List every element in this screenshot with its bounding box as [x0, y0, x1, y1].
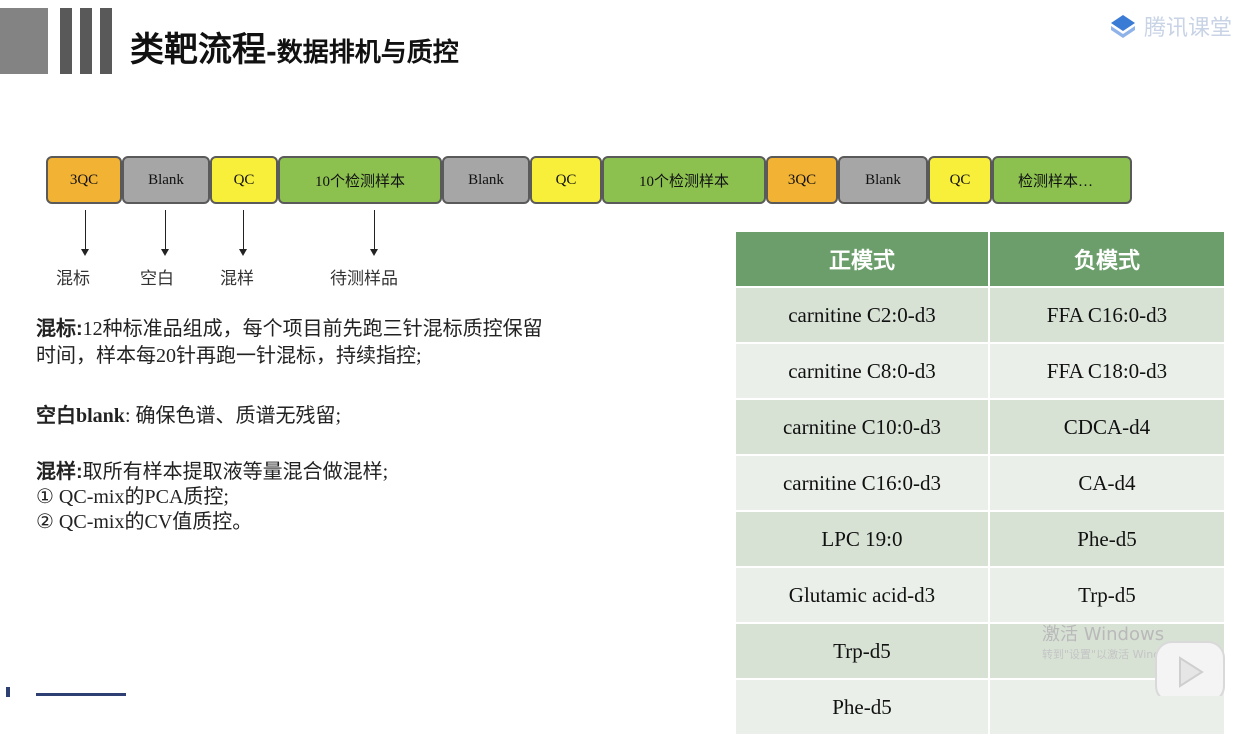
table-row: Glutamic acid-d3 Trp-d5 [736, 566, 1227, 623]
down-arrow-icon [161, 210, 169, 256]
note-blank: 空白blank: 确保色谱、质谱无残留; [36, 403, 341, 430]
note-text: : 确保色谱、质谱无残留; [124, 405, 342, 427]
table-cell: FFA C18:0-d3 [988, 342, 1227, 399]
note-item: ② QC-mix的CV值质控。 [36, 511, 253, 533]
arrow-label-pooled-qc: 混样 [220, 269, 254, 288]
arrow-label-mix-standard: 混标 [56, 269, 90, 288]
footer-logo-fragment [6, 682, 126, 697]
down-arrow-icon [81, 210, 89, 256]
logo-icon [1111, 15, 1135, 38]
note-label: 混样: [36, 461, 83, 483]
note-text: 12种标准品组成，每个项目前先跑三针混标质控保留 [82, 318, 543, 340]
arrow-label-samples: 待测样品 [330, 269, 398, 288]
table-cell: carnitine C16:0-d3 [736, 454, 990, 511]
tencent-classroom-logo: 腾讯课堂 [1108, 10, 1232, 42]
table-row: carnitine C8:0-d3 FFA C18:0-d3 [736, 342, 1227, 399]
page-title-sub: -数据排机与质控 [266, 38, 459, 68]
table-cell: CDCA-d4 [988, 398, 1227, 455]
note-text: 时间，样本每20针再跑一针混标，持续指控; [36, 345, 422, 367]
flow-box: 10个检测样本 [602, 156, 766, 204]
table-cell: carnitine C8:0-d3 [736, 342, 990, 399]
note-mix-standard: 混标:12种标准品组成，每个项目前先跑三针混标质控保留 时间，样本每20针再跑一… [36, 316, 543, 370]
note-label: 空白 [36, 405, 76, 427]
table-row: LPC 19:0 Phe-d5 [736, 510, 1227, 567]
table-cell: carnitine C10:0-d3 [736, 398, 990, 455]
note-item: ① QC-mix的PCA质控; [36, 486, 229, 508]
logo-text: 腾讯课堂 [1144, 16, 1233, 41]
play-button-icon[interactable] [1150, 636, 1230, 696]
note-label-en: blank [76, 405, 125, 427]
flow-box: Blank [442, 156, 530, 204]
table-cell: Phe-d5 [988, 510, 1227, 567]
column-header-positive-mode: 正模式 [736, 232, 990, 287]
column-header-negative-mode: 负模式 [988, 232, 1227, 287]
flow-box: QC [928, 156, 992, 204]
down-arrow-icon [239, 210, 247, 256]
table-row: carnitine C10:0-d3 CDCA-d4 [736, 398, 1227, 455]
page-title: 类靶流程-数据排机与质控 [130, 22, 459, 71]
down-arrow-icon [370, 210, 378, 256]
table-cell: Phe-d5 [736, 678, 990, 734]
table-cell: LPC 19:0 [736, 510, 990, 567]
flow-box: 3QC [766, 156, 838, 204]
flow-box: QC [210, 156, 278, 204]
flow-box: 10个检测样本 [278, 156, 442, 204]
title-decoration [0, 8, 120, 74]
flow-box: 检测样本… [992, 156, 1132, 204]
table-cell: CA-d4 [988, 454, 1227, 511]
flow-box: 3QC [46, 156, 122, 204]
table-cell: FFA C16:0-d3 [988, 286, 1227, 343]
table-cell: Glutamic acid-d3 [736, 566, 990, 623]
note-text: 取所有样本提取液等量混合做混样; [82, 461, 389, 483]
table-header-row: 正模式 负模式 [736, 232, 1227, 287]
table-row: carnitine C2:0-d3 FFA C16:0-d3 [736, 286, 1227, 343]
flow-box: Blank [122, 156, 210, 204]
page-title-main: 类靶流程 [130, 30, 266, 70]
note-label: 混标: [36, 318, 83, 340]
arrow-label-blank: 空白 [140, 269, 174, 288]
flow-box: QC [530, 156, 602, 204]
activation-watermark-title: 激活 Windows [1042, 624, 1165, 645]
table-row: carnitine C16:0-d3 CA-d4 [736, 454, 1227, 511]
table-cell: Trp-d5 [988, 566, 1227, 623]
note-pooled-qc: 混样:取所有样本提取液等量混合做混样; ① QC-mix的PCA质控; ② QC… [36, 460, 388, 535]
table-cell: Trp-d5 [736, 622, 990, 679]
flow-box: Blank [838, 156, 928, 204]
table-cell: carnitine C2:0-d3 [736, 286, 990, 343]
